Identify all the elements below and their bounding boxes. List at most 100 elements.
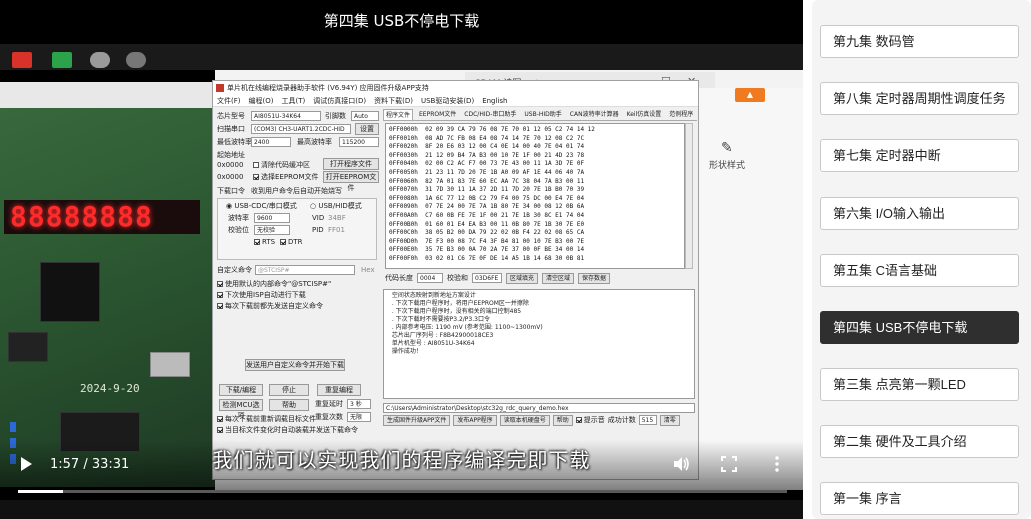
hex-path-field: C:\Users\Administrator\Desktop\stc32g_rd… (383, 403, 695, 413)
tab-usb-hid: USB-HID助手 (524, 111, 562, 118)
dtr-check: DTR (280, 237, 303, 247)
menu-english: English (482, 97, 508, 105)
hw-option-value: 收到用户命令后自动开始烧写 (251, 187, 342, 195)
isp-window: 单片机在线编程烧录器助手软件 (V6.94Y) 应用固件升级APP支持 文件(F… (212, 80, 699, 480)
volume-icon[interactable] (672, 455, 690, 473)
mcu-label: 芯片型号 (217, 112, 245, 120)
fullscreen-icon[interactable] (720, 455, 738, 473)
hex-row: 0FF0020h 8F 20 E6 03 12 00 C4 0E 14 00 4… (389, 143, 585, 151)
episode-item-2[interactable]: 第二集 硬件及工具介绍 (820, 425, 1019, 458)
isp-tabs: 程序文件 EEPROM文件 CDC/HID-串口助手 USB-HID助手 CAN… (383, 109, 697, 121)
read-disk-button: 读取本机硬盘号 (499, 415, 550, 426)
publish-app-button: 发布APP程序 (453, 415, 497, 426)
episode-item-9[interactable]: 第九集 数码管 (820, 25, 1019, 58)
board-top-area (0, 82, 215, 108)
hex-row: 0FF0000h 02 09 39 CA 79 76 08 7E 70 01 1… (389, 126, 595, 133)
hex-row: 0FF00D0h 7E F3 00 08 7C F4 3F B4 81 00 1… (389, 237, 585, 245)
more-options-icon[interactable] (768, 455, 786, 473)
hex-row: 0FF0010h 08 AD 7C FB 08 E4 08 74 14 7E 7… (389, 134, 585, 142)
status-log: 空间状态映射到新地址方案设计 . 下次下载用户程序时，将用户EEPROM区一并擦… (383, 289, 695, 399)
hex-row: 0FF00C0h 38 05 B2 00 DA 79 22 02 0B F4 2… (389, 229, 585, 237)
video-frame: 88888888 2024-9-20 SRAM 读写.ppt — ☐ ✕ 形状样… (0, 58, 803, 490)
auto-reload-text: 当目标文件变化时自动装载并发送下载命令 (225, 426, 358, 434)
pins-select: Auto (351, 111, 379, 121)
custom-cmd-label: 自定义命令 (217, 266, 252, 274)
tab-can-calc: CAN波特率计算器 (569, 111, 619, 118)
led-1 (10, 422, 16, 432)
bottom-help-button: 帮助 (552, 415, 573, 426)
tab-keil-sim: Keil仿真设置 (626, 111, 662, 118)
rts-checkbox (254, 239, 260, 245)
hex-row: 0FF00B0h 01 60 01 E4 EA B3 00 11 0B 80 7… (389, 220, 585, 228)
episode-item-1[interactable]: 第一集 序言 (820, 482, 1019, 515)
duration: 33:31 (91, 457, 130, 472)
time-separator: / (83, 457, 92, 472)
baud-select: 9600 (254, 213, 290, 223)
beep-check: 提示音 (575, 415, 605, 425)
episode-item-6[interactable]: 第六集 I/O输入输出 (820, 197, 1019, 230)
parity-select: 无校验 (254, 225, 290, 235)
hex-scrollbar (685, 123, 693, 269)
hex-row: 0FF0050h 21 23 11 7D 20 7E 1B A0 09 AF 1… (389, 168, 585, 176)
video-player[interactable]: 88888888 2024-9-20 SRAM 读写.ppt — ☐ ✕ 形状样… (0, 0, 803, 519)
hex-row: 0FF00E0h 35 7E B3 00 0A 70 2A 7E 37 00 0… (389, 246, 585, 254)
reload-text: 每次下载前重新调载目标文件 (225, 415, 316, 423)
seven-segment-display: 88888888 (4, 200, 200, 234)
opt-send-text: 每次下载前都先发送自定义命令 (225, 302, 323, 310)
ribbon-shape-style: 形状样式 (709, 161, 746, 171)
baud-label: 波特率 (228, 214, 249, 222)
episode-item-4[interactable]: 第四集 USB不停电下载 (820, 311, 1019, 344)
opt-default-text: 使用默认的内部命令"@STCISP#" (225, 280, 332, 288)
episode-list: 第九集 数码管 第八集 定时器周期性调度任务 第七集 定时器中断 第六集 I/O… (812, 0, 1031, 519)
opt-default-cmd: 使用默认的内部命令"@STCISP#" (217, 279, 331, 289)
reload-check: 每次下载前重新调载目标文件 (217, 414, 316, 424)
stop-button: 停止 (269, 384, 309, 396)
hex-row: 0FF0060h 82 7A 01 83 7E 60 EC AA 7C 38 0… (389, 177, 585, 185)
save-data-button: 保存数据 (578, 273, 611, 284)
hex-row: 0FF00F0h 03 02 01 C6 7E 0F DE 14 A5 1B 1… (389, 254, 585, 262)
auto-reload-check: 当目标文件变化时自动装载并发送下载命令 (217, 425, 358, 435)
ribbon-orange-button: ▲ (735, 88, 765, 102)
retry-count-label: 重复次数 (315, 413, 343, 421)
clear-eeprom-text: 选择EEPROM文件 (261, 173, 319, 181)
opt-next-isp: 下次使用ISP自动进行下载 (217, 290, 306, 300)
isp-menu-bar: 文件(F) 编程(O) 工具(T) 调试仿真接口(D) 资料下载(D) USB驱… (213, 95, 698, 107)
play-icon[interactable] (18, 456, 34, 472)
episode-item-8[interactable]: 第八集 定时器周期性调度任务 (820, 82, 1019, 115)
menu-debug: 调试仿真接口(D) (313, 97, 367, 105)
isp-title-bar: 单片机在线编程烧录器助手软件 (V6.94Y) 应用固件升级APP支持 (213, 81, 698, 95)
episode-item-3[interactable]: 第三集 点亮第一颗LED (820, 368, 1019, 401)
beep-text: 提示音 (583, 416, 605, 424)
port-select: (COM3) CH3-UART1.2CDC-HID (251, 124, 351, 134)
send-custom-button: 发送用户自定义命令并开始下载 (245, 359, 345, 371)
isp-title-text: 单片机在线编程烧录器助手软件 (V6.94Y) 应用固件升级APP支持 (227, 84, 429, 92)
tab-serial-helper: CDC/HID-串口助手 (464, 111, 517, 118)
clear-count-button: 清零 (659, 415, 680, 426)
code-length-value: 0004 (417, 273, 443, 283)
isp-bottom-bar: 生成固件升级APP文件 发布APP程序 读取本机硬盘号 帮助 提示音 成功计数 … (383, 415, 680, 426)
custom-cmd-unit: Hex (361, 266, 375, 274)
auto-reload-checkbox (217, 427, 223, 433)
progress-bar[interactable] (18, 490, 787, 493)
addr-program: 0x0000 (217, 161, 244, 169)
episode-item-5[interactable]: 第五集 C语言基础 (820, 254, 1019, 287)
header-pins (8, 332, 48, 362)
log-line: 芯片出厂序列号 : F8B42900018CE3 (388, 332, 494, 339)
checksum-value: 03D6FE (472, 273, 502, 283)
isp-app-icon (216, 84, 224, 92)
parity-label: 校验位 (228, 226, 249, 234)
radio-usb-hid: ○ USB/HID模式 (310, 202, 362, 210)
hex-row: 0FF0030h 21 12 09 B4 7A B3 00 10 7E 1F 0… (389, 151, 585, 159)
addr-eeprom: 0x0000 (217, 173, 244, 181)
beep-checkbox (575, 417, 582, 423)
hex-row: 0FF0080h 1A 6C 77 12 0B C2 79 F4 00 75 D… (389, 194, 585, 202)
dtr-checkbox (280, 239, 286, 245)
port-settings-button: 设置 (355, 123, 379, 135)
gen-upgrade-button: 生成固件升级APP文件 (383, 415, 451, 426)
radio-usb-cdc-text: USB-CDC/串口模式 (234, 202, 297, 210)
episode-item-7[interactable]: 第七集 定时器中断 (820, 139, 1019, 172)
menu-download: 资料下载(D) (374, 97, 413, 105)
clear-eeprom-checkbox (253, 174, 259, 180)
hex-row: 0FF0070h 31 7D 30 11 1A 37 2D 11 7D 20 7… (389, 186, 585, 194)
success-count-label: 成功计数 (607, 416, 636, 424)
